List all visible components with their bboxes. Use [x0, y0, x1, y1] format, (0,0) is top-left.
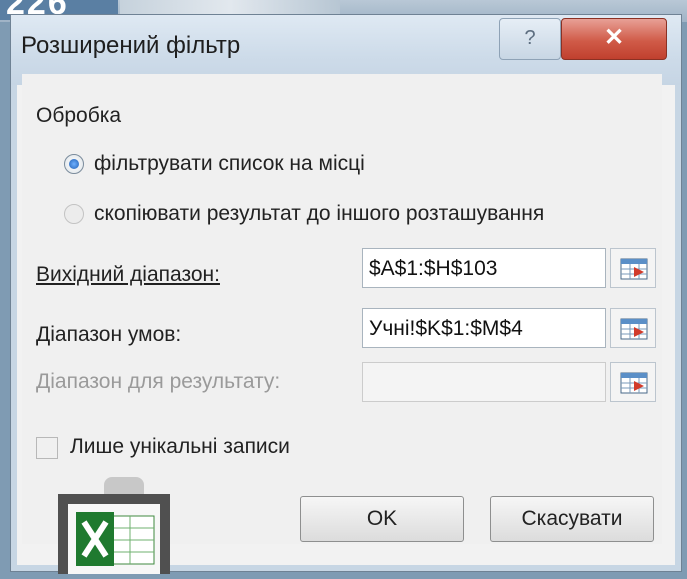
- dialog-title: Розширений фільтр: [21, 32, 241, 59]
- help-button[interactable]: ?: [499, 18, 561, 60]
- result-range-input[interactable]: [362, 362, 606, 402]
- source-range-label-text: Вихідний діапазон:: [36, 263, 220, 286]
- criteria-range-input[interactable]: Учні!$K$1:$M$4: [362, 308, 606, 348]
- source-range-input[interactable]: $A$1:$H$103: [362, 248, 606, 288]
- radio-filter-in-place-label[interactable]: фільтрувати список на місці: [94, 152, 365, 176]
- result-range-picker-button[interactable]: [610, 362, 656, 402]
- excel-badge-inner: [68, 504, 160, 574]
- radio-filter-in-place[interactable]: [64, 154, 84, 174]
- unique-records-label[interactable]: Лише унікальні записи: [70, 435, 290, 459]
- close-button[interactable]: ✕: [561, 18, 667, 60]
- excel-badge: [58, 494, 170, 574]
- ok-button[interactable]: OK: [300, 496, 464, 542]
- range-select-icon: [620, 318, 648, 340]
- source-range-label: Вихідний діапазон:: [36, 263, 220, 287]
- result-range-label: Діапазон для результату:: [36, 370, 281, 393]
- cancel-button[interactable]: Скасувати: [490, 496, 654, 542]
- criteria-range-picker-button[interactable]: [610, 308, 656, 348]
- range-select-icon: [620, 372, 648, 394]
- radio-copy-to-location-label[interactable]: скопіювати результат до іншого розташува…: [94, 202, 544, 226]
- excel-logo-icon: [76, 512, 155, 566]
- dialog-body: Обробка фільтрувати список на місці скоп…: [22, 74, 662, 544]
- excel-badge-clip: [104, 477, 144, 495]
- unique-records-checkbox[interactable]: [36, 437, 58, 459]
- range-select-icon: [620, 258, 648, 280]
- source-range-picker-button[interactable]: [610, 248, 656, 288]
- radio-copy-to-location[interactable]: [64, 204, 84, 224]
- criteria-range-label: Діапазон умов:: [36, 323, 182, 346]
- processing-group-label: Обробка: [36, 104, 122, 127]
